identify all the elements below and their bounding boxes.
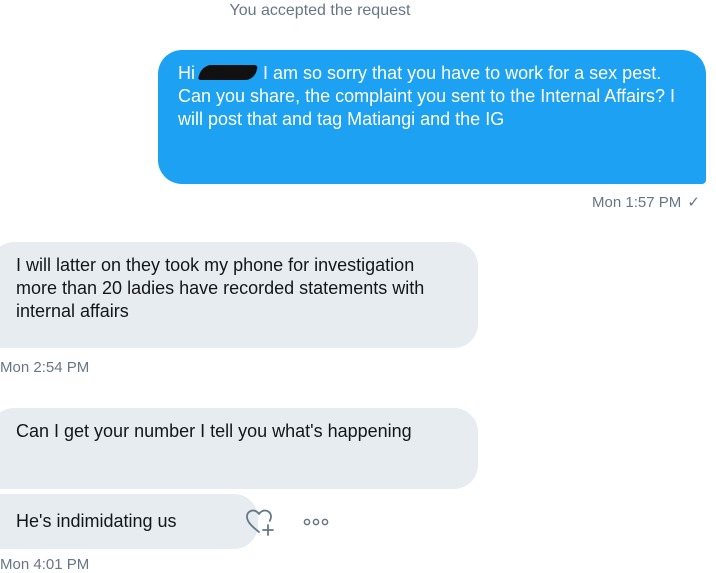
checkmark-icon: ✓ — [687, 194, 700, 211]
message-text: I will latter on they took my phone for … — [16, 255, 425, 321]
incoming-message[interactable]: Can I get your number I tell you what's … — [0, 408, 478, 489]
message-text: He's indimidating us — [16, 511, 177, 531]
more-options-icon[interactable] — [303, 516, 329, 528]
message-text: Can I get your number I tell you what's … — [16, 421, 412, 441]
outgoing-message[interactable]: Hi I am so sorry that you have to work f… — [158, 50, 706, 184]
heart-plus-icon[interactable] — [246, 509, 276, 537]
dm-conversation: You accepted the request Hi I am so sorr… — [0, 0, 716, 573]
incoming-message[interactable]: He's indimidating us — [0, 494, 258, 549]
outgoing-message-timestamp: Mon 1:57 PM ✓ — [592, 193, 700, 211]
redacted-name — [197, 65, 259, 80]
incoming-message-timestamp: Mon 4:01 PM — [0, 556, 90, 573]
greeting-text: Hi — [178, 63, 195, 83]
request-accepted-note: You accepted the request — [229, 2, 411, 19]
incoming-message[interactable]: I will latter on they took my phone for … — [0, 242, 478, 348]
incoming-message-timestamp: Mon 2:54 PM — [0, 359, 90, 376]
timestamp-text: Mon 1:57 PM — [592, 194, 682, 211]
